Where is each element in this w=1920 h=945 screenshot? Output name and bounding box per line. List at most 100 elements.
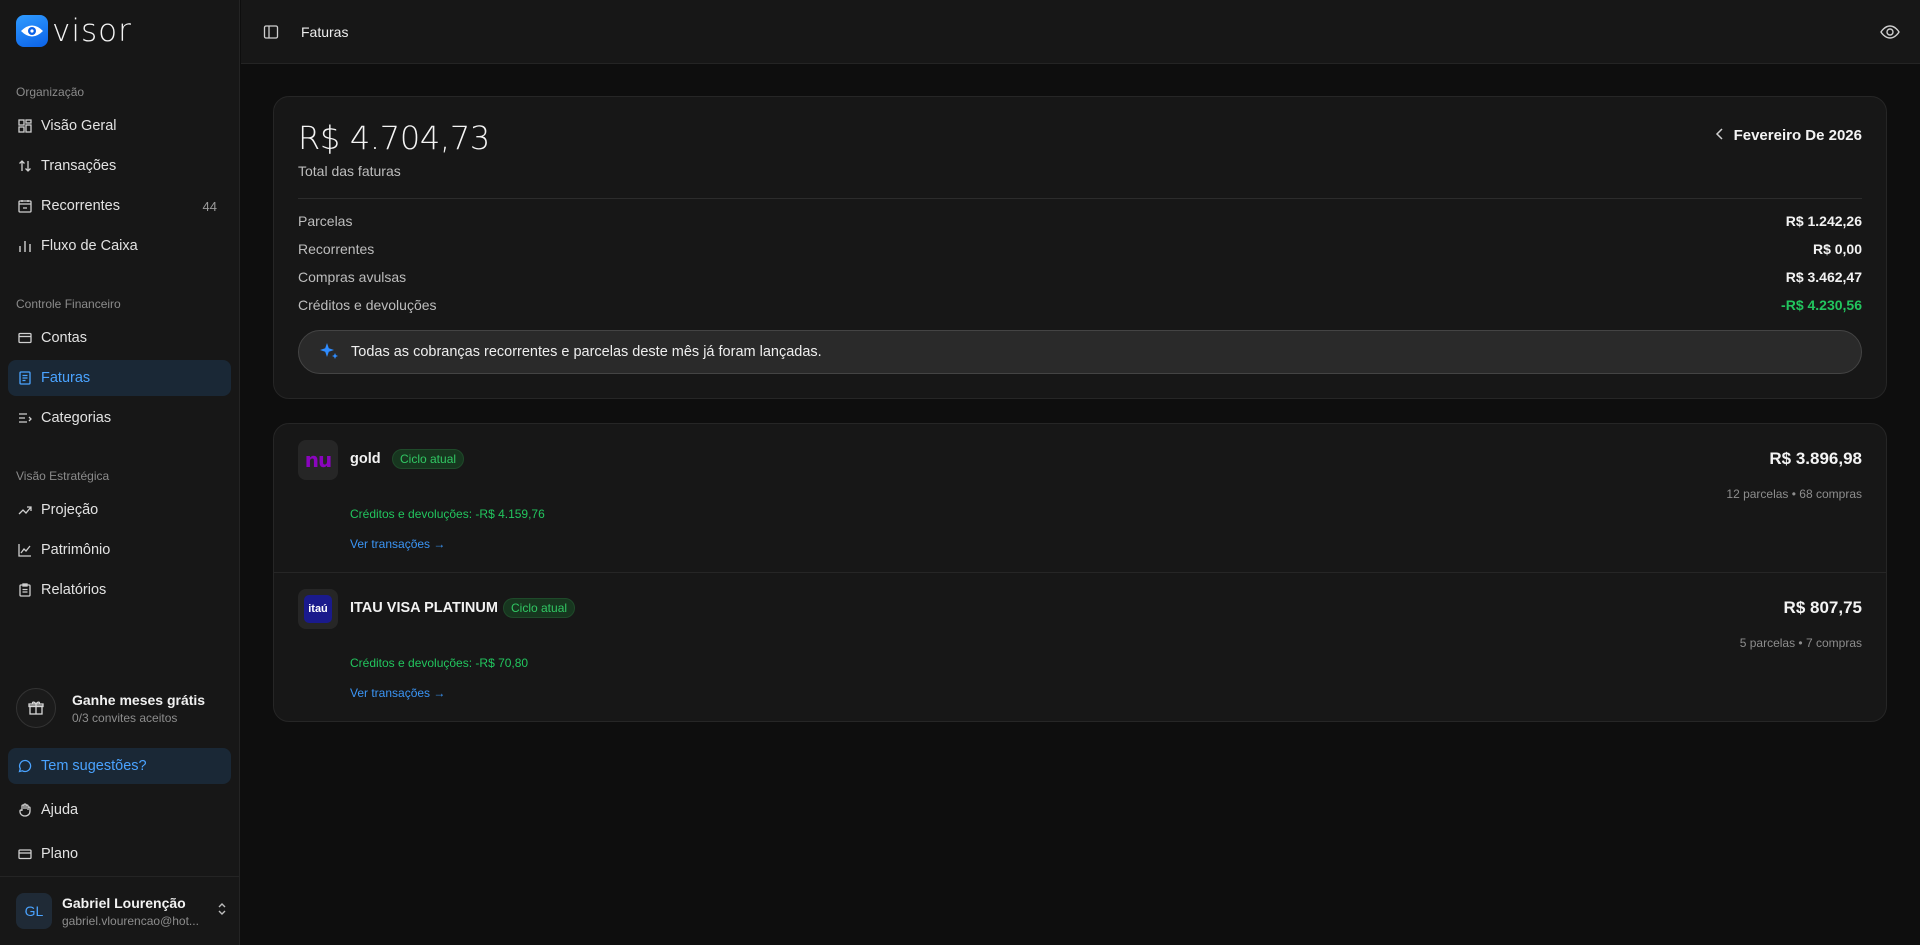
eye-logo-icon [16,15,48,47]
topbar: Faturas [241,0,1920,64]
chevron-updown-icon [216,902,228,921]
message-icon [17,758,33,774]
invoice-summary-card: R$ 4.704,73 Total das faturas Fevereiro … [273,96,1887,399]
gift-icon [16,688,56,728]
credit-card-icon [17,846,33,862]
card-amount: R$ 807,75 [1783,598,1862,617]
user-name: Gabriel Lourenção [62,894,186,911]
summary-divider [298,198,1862,199]
notice-banner: Todas as cobranças recorrentes e parcela… [298,330,1862,374]
invite-promo[interactable]: Ganhe meses grátis 0/3 convites aceitos [16,686,226,730]
summary-row-recorrentes: Recorrentes R$ 0,00 [298,239,1862,259]
card-credits: Créditos e devoluções: -R$ 4.159,76 [350,507,545,521]
status-badge: Ciclo atual [503,598,576,618]
sidebar-item-label: Recorrentes [41,198,120,214]
sidebar-item-contas[interactable]: Contas [8,320,231,356]
user-email: gabriel.vlourencao@hot... [62,913,199,928]
arrows-updown-icon [17,158,33,174]
sidebar-item-label: Tem sugestões? [41,758,147,774]
breadcrumb: Faturas [301,24,349,40]
summary-row-value: R$ 1.242,26 [1785,213,1862,229]
sidebar-item-categorias[interactable]: Categorias [8,400,231,436]
sidebar-item-fluxo-de-caixa[interactable]: Fluxo de Caixa [8,228,231,264]
app-logo[interactable]: visor [16,13,132,49]
section-label-visao-estrategica: Visão Estratégica [16,469,110,483]
list-filter-icon [17,410,33,426]
sidebar-item-label: Fluxo de Caixa [41,238,138,254]
summary-row-value: R$ 3.462,47 [1785,269,1862,285]
invite-title: Ganhe meses grátis [72,691,206,708]
card-meta: 12 parcelas • 68 compras [1726,487,1862,501]
nubank-logo: nu [298,440,338,480]
calendar-repeat-icon [17,198,33,214]
section-label-organizacao: Organização [16,85,85,99]
receipt-icon [17,370,33,386]
summary-row-label: Recorrentes [298,241,375,257]
sidebar-item-label: Ajuda [41,802,79,818]
sidebar: visor Organização Visão Geral Transações… [0,0,240,945]
notice-text: Todas as cobranças recorrentes e parcela… [351,344,822,360]
summary-row-value: -R$ 4.230,56 [1781,297,1862,313]
sidebar-item-plano[interactable]: Plano [8,836,231,872]
clipboard-icon [17,582,33,598]
avatar: GL [16,893,52,929]
section-label-controle-financeiro: Controle Financeiro [16,297,121,311]
dashboard-icon [17,118,33,134]
sidebar-item-projecao[interactable]: Projeção [8,492,231,528]
status-badge: Ciclo atual [392,449,465,469]
sidebar-item-sugestoes[interactable]: Tem sugestões? [8,748,231,784]
card-name: gold [350,451,381,467]
user-menu[interactable]: GL Gabriel Lourenção gabriel.vlourencao@… [16,891,228,931]
summary-row-parcelas: Parcelas R$ 1.242,26 [298,211,1862,231]
sparkle-icon [319,342,341,362]
bar-chart-icon [17,238,33,254]
card-name: ITAU VISA PLATINUM [350,600,498,616]
summary-row-compras-avulsas: Compras avulsas R$ 3.462,47 [298,267,1862,287]
summary-row-creditos: Créditos e devoluções -R$ 4.230,56 [298,295,1862,315]
view-transactions-link[interactable]: Ver transações → [350,686,445,700]
period-selector[interactable]: Fevereiro De 2026 [1734,127,1862,144]
summary-row-label: Créditos e devoluções [298,297,437,313]
summary-row-label: Parcelas [298,213,353,229]
total-label: Total das faturas [298,163,401,179]
summary-row-value: R$ 0,00 [1812,241,1862,257]
sidebar-item-ajuda[interactable]: Ajuda [8,792,231,828]
total-amount: R$ 4.704,73 [298,119,490,157]
wallet-icon [17,330,33,346]
credit-cards-list: nu gold Ciclo atual R$ 3.896,98 12 parce… [273,423,1887,722]
sidebar-item-faturas[interactable]: Faturas [8,360,231,396]
card-credits: Créditos e devoluções: -R$ 70,80 [350,656,529,670]
sidebar-item-transacoes[interactable]: Transações [8,148,231,184]
sidebar-item-patrimonio[interactable]: Patrimônio [8,532,231,568]
card-amount: R$ 3.896,98 [1769,449,1862,468]
sidebar-item-recorrentes[interactable]: Recorrentes 44 [8,188,231,224]
invite-subtitle: 0/3 convites aceitos [72,710,178,725]
chart-line-icon [17,542,33,558]
sidebar-item-relatorios[interactable]: Relatórios [8,572,231,608]
sidebar-item-label: Transações [41,158,117,174]
trending-up-icon [17,502,33,518]
summary-row-label: Compras avulsas [298,269,407,285]
sidebar-item-label: Faturas [41,370,91,386]
list-item: nu gold Ciclo atual R$ 3.896,98 12 parce… [274,424,1886,572]
chevron-left-icon[interactable] [1714,127,1726,146]
card-meta: 5 parcelas • 7 compras [1739,636,1862,650]
itau-logo: itaú [298,589,338,629]
eye-icon[interactable] [1880,23,1900,46]
sidebar-item-label: Projeção [41,502,99,518]
hand-icon [17,802,33,818]
sidebar-item-label: Categorias [41,410,112,426]
sidebar-item-visao-geral[interactable]: Visão Geral [8,108,231,144]
itau-logo-text: itaú [308,603,328,615]
sidebar-toggle-icon[interactable] [263,24,279,45]
view-transactions-link[interactable]: Ver transações → [350,537,445,551]
recorrentes-count-badge: 44 [202,198,217,214]
list-item: itaú ITAU VISA PLATINUM Ciclo atual R$ 8… [274,573,1886,721]
app-name: visor [52,13,132,49]
sidebar-divider [0,876,239,877]
sidebar-item-label: Contas [41,330,87,346]
nubank-logo-text: nu [304,448,333,472]
sidebar-item-label: Relatórios [41,582,107,598]
sidebar-item-label: Visão Geral [41,118,117,134]
sidebar-item-label: Patrimônio [41,542,111,558]
